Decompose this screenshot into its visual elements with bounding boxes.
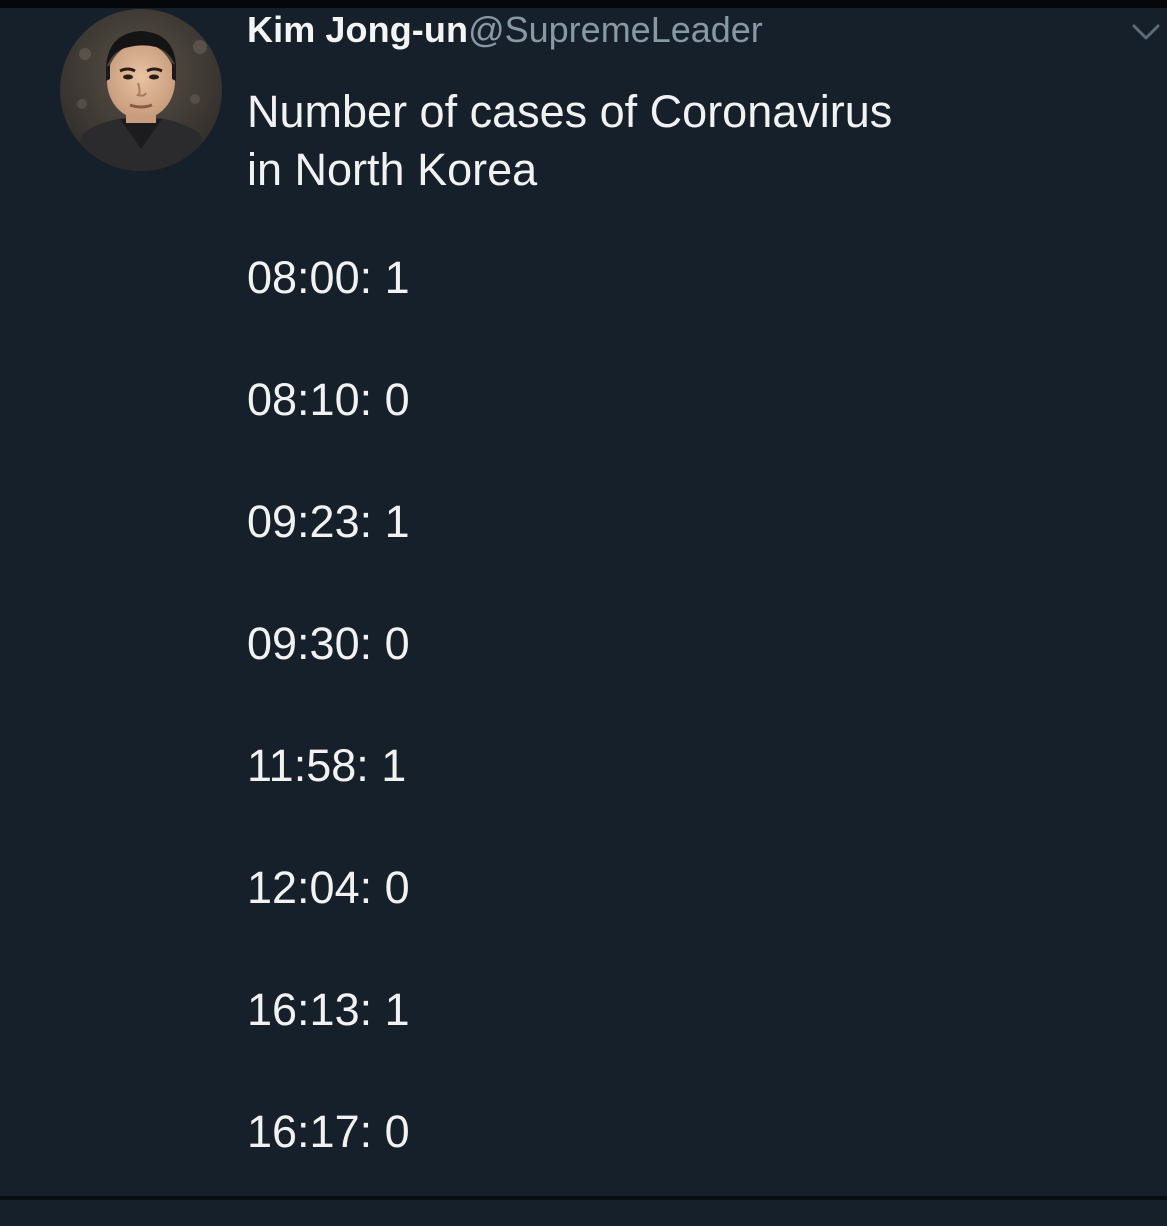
display-name[interactable]: Kim Jong-un	[247, 9, 468, 50]
case-count-entry: 09:23: 1	[247, 496, 410, 547]
chevron-down-icon[interactable]	[1128, 20, 1164, 44]
tweet-text: Number of cases of Coronavirus in North …	[247, 83, 1047, 199]
tweet: Kim Jong-un@SupremeLeader Number of case…	[0, 0, 1167, 1200]
avatar[interactable]	[60, 9, 222, 171]
case-count-list: 08:00: 1 08:10: 0 09:23: 1 09:30: 0 11:5…	[247, 250, 410, 1226]
tweet-text-line: in North Korea	[247, 144, 538, 195]
case-count-entry: 09:30: 0	[247, 618, 410, 669]
case-count-entry: 16:13: 1	[247, 984, 410, 1035]
case-count-entry: 11:58: 1	[247, 740, 407, 791]
avatar-image	[60, 9, 222, 171]
case-count-entry: 12:04: 0	[247, 862, 410, 913]
handle[interactable]: @SupremeLeader	[468, 9, 763, 50]
tweet-header: Kim Jong-un@SupremeLeader	[247, 8, 763, 52]
case-count-entry: 08:10: 0	[247, 374, 410, 425]
case-count-entry: 08:00: 1	[247, 252, 410, 303]
tweet-text-line: Number of cases of Coronavirus	[247, 86, 893, 137]
bottom-edge	[0, 1196, 1167, 1200]
case-count-entry: 16:17: 0	[247, 1106, 410, 1157]
